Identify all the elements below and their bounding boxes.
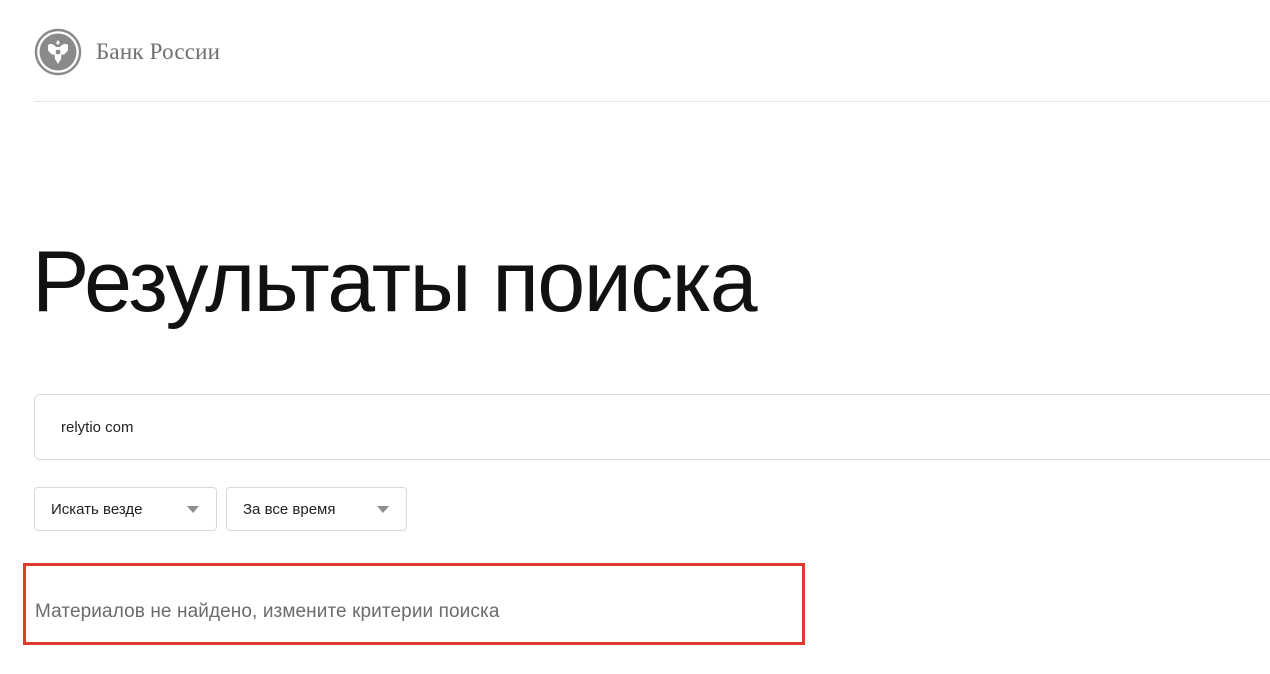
- search-scope-dropdown[interactable]: Искать везде: [34, 487, 217, 531]
- caret-down-icon: [187, 506, 199, 513]
- page-title: Результаты поиска: [32, 234, 758, 330]
- page: Банк России Результаты поиска Искать вез…: [0, 0, 1270, 674]
- search-field: [34, 394, 1270, 460]
- logo-link[interactable]: Банк России: [34, 28, 220, 76]
- time-period-dropdown[interactable]: За все время: [226, 487, 407, 531]
- site-header: Банк России: [34, 28, 220, 76]
- logo-text: Банк России: [96, 39, 221, 64]
- eagle-emblem-icon: [34, 28, 82, 76]
- search-input[interactable]: [61, 395, 1261, 459]
- time-period-label: За все время: [243, 500, 336, 518]
- no-results-message: Материалов не найдено, измените критерии…: [35, 601, 500, 622]
- header-divider: [34, 101, 1270, 102]
- search-scope-label: Искать везде: [51, 500, 143, 518]
- caret-down-icon: [377, 506, 389, 513]
